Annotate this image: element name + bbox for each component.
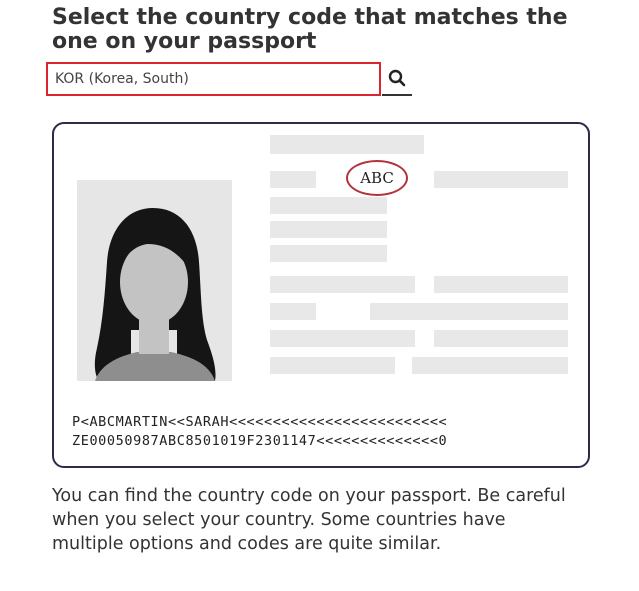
search-button[interactable] bbox=[382, 62, 412, 96]
help-text: You can find the country code on your pa… bbox=[52, 486, 566, 554]
person-silhouette-icon bbox=[94, 208, 216, 381]
country-code-input[interactable] bbox=[46, 62, 381, 96]
placeholder-bar bbox=[270, 357, 395, 374]
placeholder-bar bbox=[270, 303, 316, 320]
country-code-highlight: ABC bbox=[346, 160, 408, 196]
placeholder-bar bbox=[270, 330, 415, 347]
placeholder-bar bbox=[270, 276, 415, 293]
placeholder-bar bbox=[270, 245, 387, 262]
placeholder-bar bbox=[434, 276, 568, 293]
placeholder-bar bbox=[434, 171, 568, 188]
placeholder-bar bbox=[434, 330, 568, 347]
mrz-line-2: ZE00050987ABC8501019F2301147<<<<<<<<<<<<… bbox=[72, 433, 448, 449]
passport-illustration: ABC P<ABCMARTIN<<SARAH<<<<<<<<<<<<<<<<<<… bbox=[52, 122, 590, 468]
placeholder-bar bbox=[270, 171, 316, 188]
mrz-line-1: P<ABCMARTIN<<SARAH<<<<<<<<<<<<<<<<<<<<<<… bbox=[72, 414, 448, 430]
placeholder-bar bbox=[370, 303, 568, 320]
placeholder-bar bbox=[412, 357, 568, 374]
placeholder-bar bbox=[270, 197, 387, 214]
search-icon bbox=[388, 69, 406, 87]
country-search bbox=[46, 62, 412, 98]
page-heading: Select the country code that matches the… bbox=[52, 5, 568, 54]
placeholder-bar bbox=[270, 135, 424, 154]
passport-photo bbox=[77, 180, 232, 381]
placeholder-bar bbox=[270, 221, 387, 238]
